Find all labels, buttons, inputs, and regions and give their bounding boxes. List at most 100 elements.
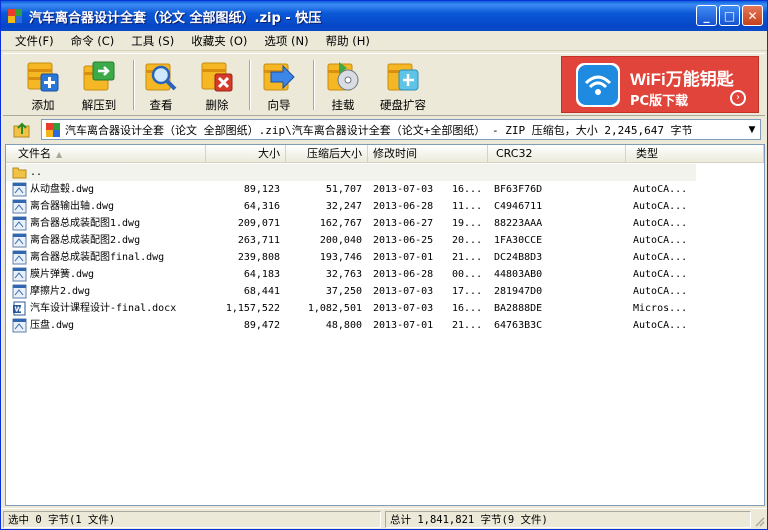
wizard-button[interactable]: 向导 bbox=[249, 58, 309, 114]
file-packed-size: 162,767 bbox=[319, 218, 362, 229]
menu-favorites[interactable]: 收藏夹 (O) bbox=[191, 33, 247, 49]
disk-expand-button[interactable]: 硬盘扩容 bbox=[369, 58, 437, 114]
column-header-crc[interactable]: CRC32 bbox=[488, 145, 626, 163]
status-bar: 选中 0 字节(1 文件) 总计 1,841,821 字节(9 文件) bbox=[1, 508, 767, 529]
column-header-size[interactable]: 大小 bbox=[206, 145, 286, 163]
chevron-down-icon[interactable]: ▼ bbox=[744, 120, 760, 139]
file-modified-date: 2013-07-03 bbox=[373, 286, 434, 297]
file-modified-time: 21... bbox=[452, 320, 482, 331]
menu-options[interactable]: 选项 (N) bbox=[264, 33, 308, 49]
menu-tools[interactable]: 工具 (S) bbox=[131, 33, 174, 49]
column-header-name[interactable]: 文件名 ▲ bbox=[6, 145, 206, 163]
file-modified-time: 19... bbox=[452, 218, 482, 229]
column-name-label: 文件名 bbox=[18, 147, 51, 160]
wizard-button-label: 向导 bbox=[267, 98, 291, 112]
file-type: AutoCA... bbox=[633, 235, 688, 246]
dwg-file-icon bbox=[12, 318, 27, 333]
file-row[interactable]: 离合器总成装配图1.dwg 209,071 162,767 2013-06-27 19.… bbox=[6, 215, 764, 232]
file-row[interactable]: 从动盘毂.dwg 89,123 51,707 2013-07-03 16... BF63F… bbox=[6, 181, 764, 198]
file-name: 汽车设计课程设计-final.docx bbox=[30, 303, 177, 314]
view-button[interactable]: 查看 bbox=[131, 58, 191, 114]
file-size: 239,808 bbox=[237, 252, 280, 263]
disk-expand-button-label: 硬盘扩容 bbox=[380, 98, 426, 112]
file-packed-size: 51,707 bbox=[325, 184, 362, 195]
file-row[interactable]: 摩擦片2.dwg 68,441 37,250 2013-07-03 17... 28194… bbox=[6, 283, 764, 300]
ad-banner[interactable]: WiFi万能钥匙 PC版下载 › bbox=[561, 56, 759, 113]
file-row[interactable]: 离合器输出轴.dwg 64,316 32,247 2013-06-28 11... C49… bbox=[6, 198, 764, 215]
up-folder-button[interactable] bbox=[7, 120, 37, 140]
file-size: 209,071 bbox=[237, 218, 280, 229]
parent-folder-row[interactable]: .. bbox=[6, 164, 696, 181]
ad-subtitle: PC版下载 bbox=[630, 94, 689, 109]
file-crc: 64763B3C bbox=[494, 320, 543, 331]
add-archive-icon bbox=[27, 62, 59, 92]
dwg-file-icon bbox=[12, 233, 27, 248]
file-row[interactable]: 离合器总成装配图2.dwg 263,711 200,040 2013-06-25 20.… bbox=[6, 232, 764, 249]
window-title: 汽车离合器设计全套（论文 全部图纸）.zip - 快压 bbox=[29, 10, 322, 26]
ad-title: WiFi万能钥匙 bbox=[630, 70, 734, 89]
menu-help[interactable]: 帮助 (H) bbox=[326, 33, 370, 49]
sort-ascending-icon: ▲ bbox=[56, 150, 63, 159]
file-modified-date: 2013-07-01 bbox=[373, 320, 434, 331]
mount-button-label: 挂载 bbox=[331, 98, 355, 112]
maximize-button[interactable]: □ bbox=[719, 5, 740, 26]
address-field[interactable]: 汽车离合器设计全套（论文 全部图纸）.zip\汽车离合器设计全套（论文+全部图纸… bbox=[41, 119, 761, 140]
status-selected: 选中 0 字节(1 文件) bbox=[3, 511, 381, 528]
file-name: 摩擦片2.dwg bbox=[30, 286, 91, 297]
file-size: 68,441 bbox=[243, 286, 280, 297]
file-row[interactable]: 膜片弹簧.dwg 64,183 32,763 2013-06-28 00... 44803… bbox=[6, 266, 764, 283]
minimize-button[interactable]: _ bbox=[696, 5, 717, 26]
file-type: AutoCA... bbox=[633, 184, 688, 195]
file-packed-size: 32,247 bbox=[325, 201, 362, 212]
file-modified-date: 2013-07-03 bbox=[373, 303, 434, 314]
file-crc: 44803AB0 bbox=[494, 269, 543, 280]
file-type: AutoCA... bbox=[633, 252, 688, 263]
title-bar[interactable]: 汽车离合器设计全套（论文 全部图纸）.zip - 快压 _ □ ✕ bbox=[1, 1, 767, 31]
archive-icon bbox=[46, 122, 60, 137]
wifi-logo-icon bbox=[576, 63, 620, 107]
column-header-modified[interactable]: 修改时间 bbox=[368, 145, 488, 163]
file-size: 89,123 bbox=[243, 184, 280, 195]
dwg-file-icon bbox=[12, 267, 27, 282]
add-button-label: 添加 bbox=[31, 98, 55, 112]
mount-button[interactable]: 挂载 bbox=[313, 58, 373, 114]
list-header: 文件名 ▲ 大小 压缩后大小 修改时间 CRC32 类型 bbox=[6, 145, 764, 163]
column-header-type[interactable]: 类型 bbox=[626, 145, 764, 163]
view-icon bbox=[145, 63, 177, 91]
column-header-packed[interactable]: 压缩后大小 bbox=[286, 145, 368, 163]
file-type: Micros... bbox=[633, 303, 688, 314]
menu-file[interactable]: 文件(F) bbox=[15, 33, 54, 49]
file-crc: 281947D0 bbox=[494, 286, 543, 297]
delete-button[interactable]: 删除 bbox=[187, 58, 247, 114]
folder-icon bbox=[12, 167, 27, 179]
file-row[interactable]: 压盘.dwg 89,472 48,800 2013-07-01 21... 64763B3… bbox=[6, 317, 764, 334]
file-modified-time: 21... bbox=[452, 252, 482, 263]
file-list[interactable]: 文件名 ▲ 大小 压缩后大小 修改时间 CRC32 类型 .. 从动盘毂.dwg 8… bbox=[5, 144, 765, 506]
file-size: 89,472 bbox=[243, 320, 280, 331]
file-type: AutoCA... bbox=[633, 201, 688, 212]
extract-to-button-label: 解压到 bbox=[81, 98, 117, 112]
address-path: 汽车离合器设计全套（论文 全部图纸）.zip\汽车离合器设计全套（论文+全部图纸… bbox=[65, 123, 693, 137]
file-type: AutoCA... bbox=[633, 218, 688, 229]
delete-icon bbox=[201, 62, 233, 92]
menu-bar: 文件(F) 命令 (C) 工具 (S) 收藏夹 (O) 选项 (N) 帮助 (H… bbox=[1, 31, 767, 51]
resize-grip-icon[interactable] bbox=[753, 515, 765, 527]
add-button[interactable]: 添加 bbox=[13, 58, 73, 114]
window-controls: _ □ ✕ bbox=[696, 5, 763, 26]
file-name: 离合器输出轴.dwg bbox=[30, 201, 115, 212]
dwg-file-icon bbox=[12, 250, 27, 265]
file-modified-date: 2013-06-25 bbox=[373, 235, 434, 246]
menu-command[interactable]: 命令 (C) bbox=[71, 33, 115, 49]
file-packed-size: 48,800 bbox=[325, 320, 362, 331]
file-modified-time: 11... bbox=[452, 201, 482, 212]
file-row[interactable]: W 汽车设计课程设计-final.docx 1,157,522 1,082,501 20… bbox=[6, 300, 764, 317]
file-packed-size: 193,746 bbox=[319, 252, 362, 263]
delete-button-label: 删除 bbox=[205, 98, 229, 112]
file-modified-date: 2013-07-03 bbox=[373, 184, 434, 195]
file-row[interactable]: 离合器总成装配图final.dwg 239,808 193,746 2013-07-0… bbox=[6, 249, 764, 266]
file-size: 64,183 bbox=[243, 269, 280, 280]
extract-to-button[interactable]: 解压到 bbox=[69, 58, 129, 114]
close-button[interactable]: ✕ bbox=[742, 5, 763, 26]
file-modified-time: 17... bbox=[452, 286, 482, 297]
file-crc: 88223AAA bbox=[494, 218, 543, 229]
